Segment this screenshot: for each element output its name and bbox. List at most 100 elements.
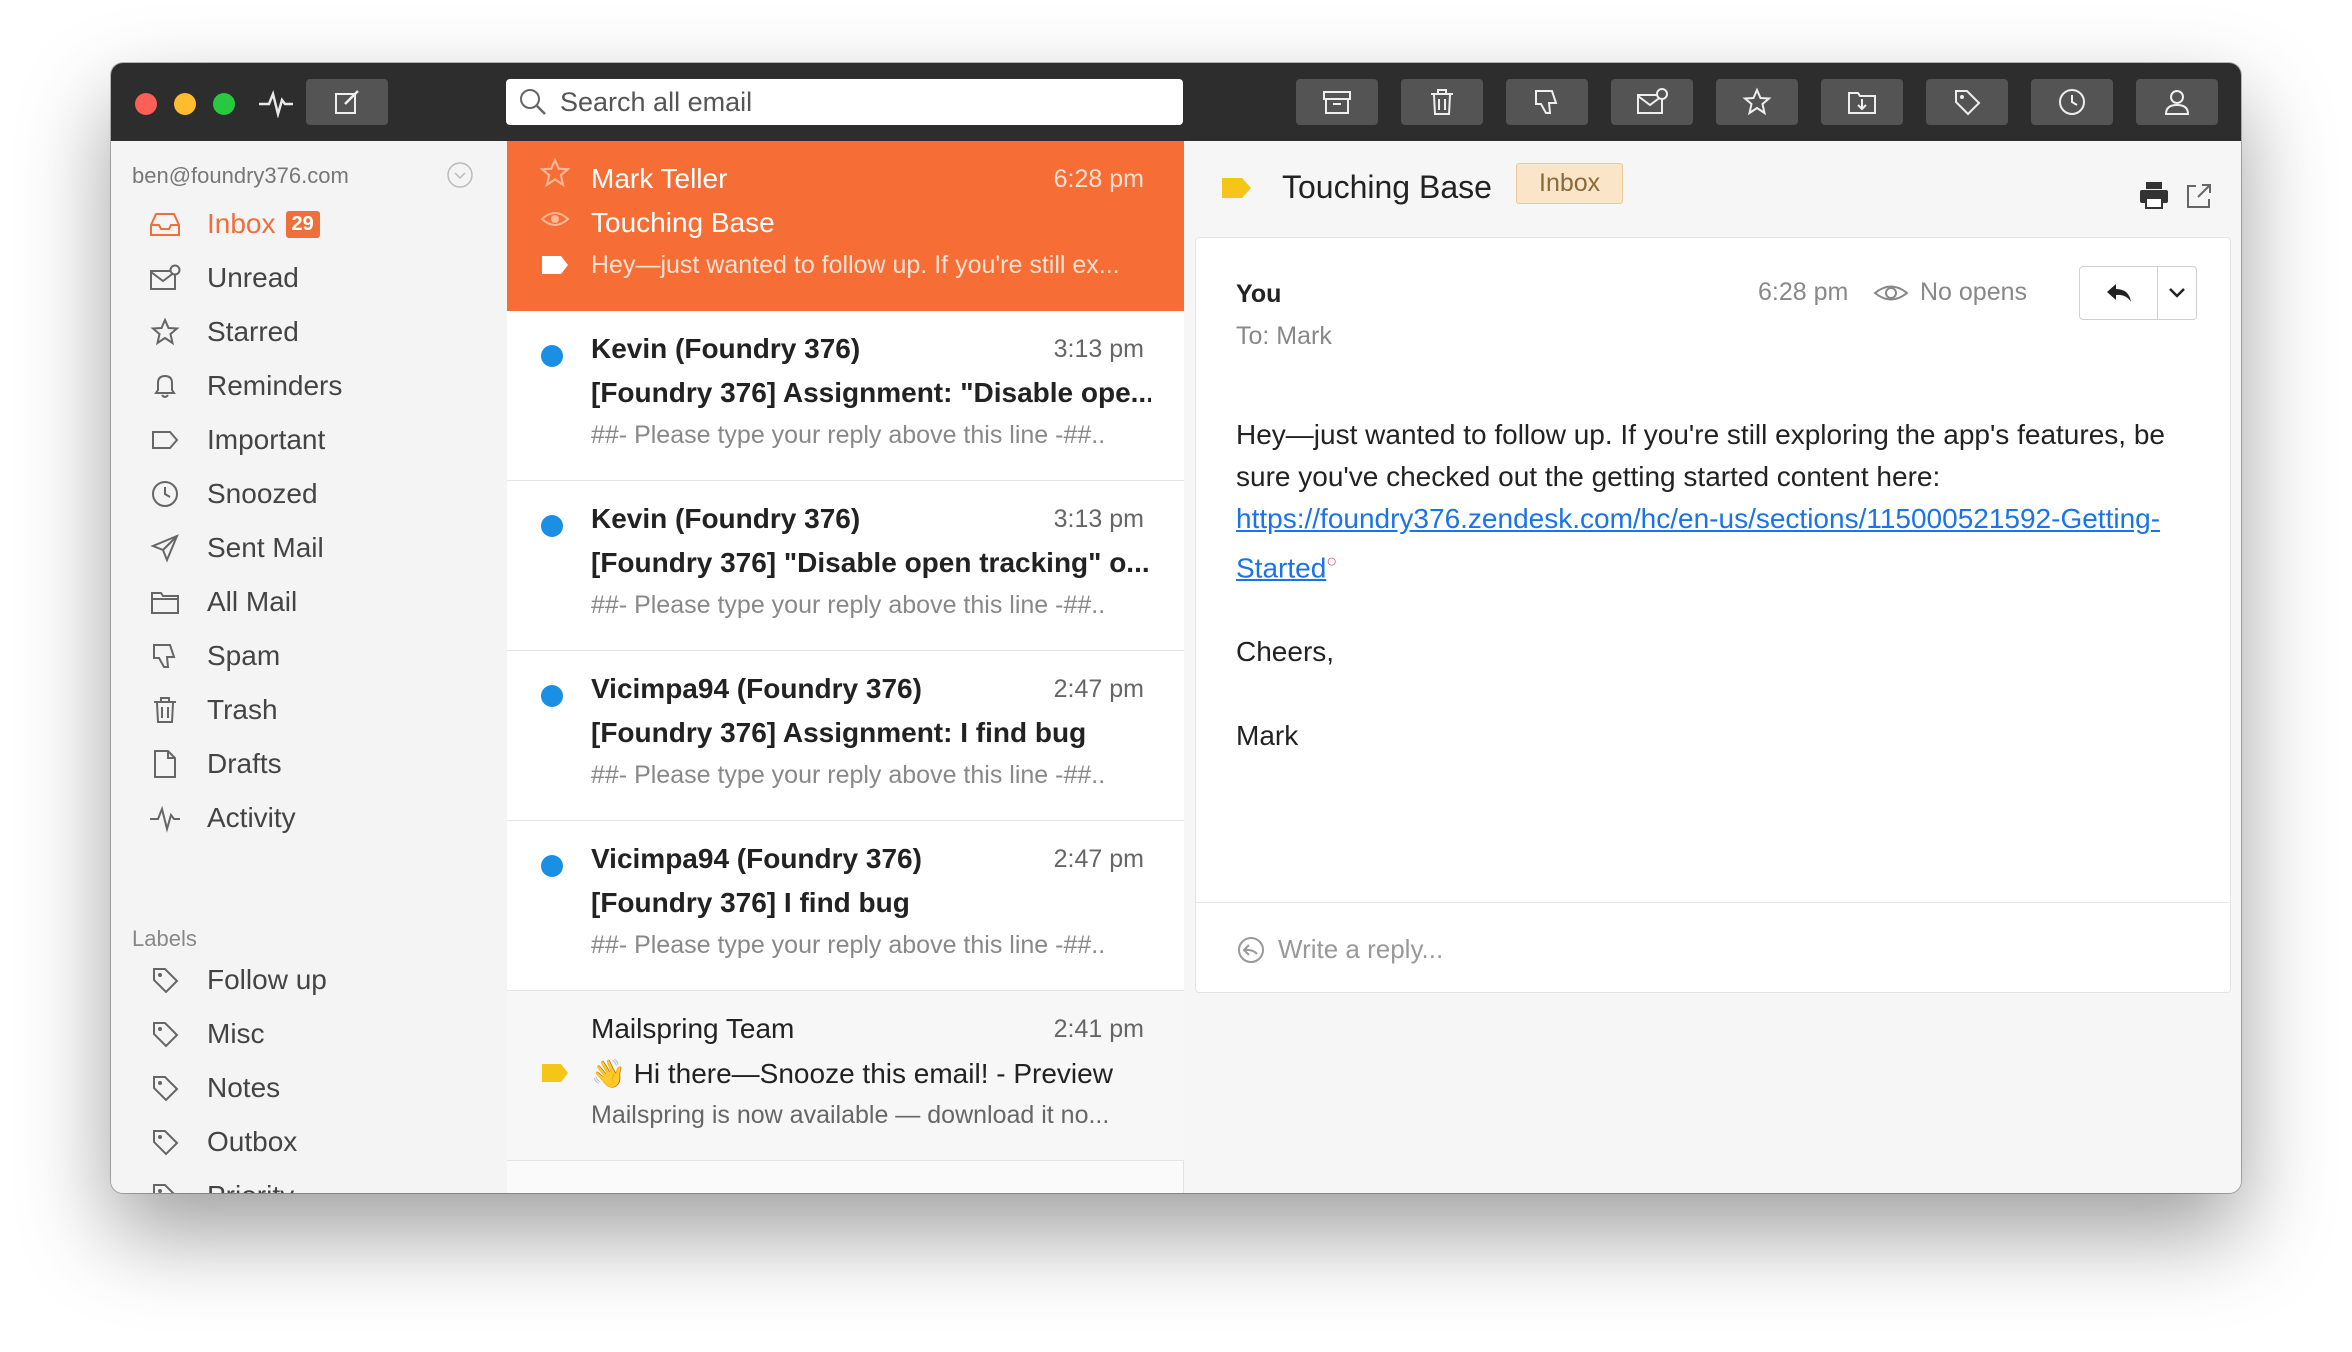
star-icon[interactable] [539,157,571,189]
message-row[interactable]: Kevin (Foundry 376) 3:13 pm [Foundry 376… [507,481,1184,651]
print-icon[interactable] [2137,179,2171,211]
sidebar-item-snoozed[interactable]: Snoozed [147,471,318,517]
message-row[interactable]: Vicimpa94 (Foundry 376) 2:47 pm [Foundry… [507,651,1184,821]
folder-chip[interactable]: Inbox [1516,163,1624,204]
sidebar-item-sent[interactable]: Sent Mail [147,525,324,571]
activity-icon[interactable] [256,83,296,123]
message-sender: Kevin (Foundry 376) [591,333,861,364]
message-time: 2:47 pm [1053,845,1144,873]
bell-icon [147,368,183,404]
label-button[interactable] [1926,79,2008,125]
star-button[interactable] [1716,79,1798,125]
divider [1196,902,2230,903]
reply-composer[interactable]: Write a reply... [1236,934,1443,965]
sidebar-item-spam[interactable]: Spam [147,633,280,679]
message-preview: ##- Please type your reply above this li… [591,591,1106,619]
thumbs-down-icon [147,638,183,674]
inbox-icon [147,206,183,242]
search-icon [520,89,546,115]
message-time: 3:13 pm [1053,335,1144,363]
move-to-folder-button[interactable] [1821,79,1903,125]
reply-button[interactable] [2080,267,2158,319]
sidebar-item-drafts[interactable]: Drafts [147,741,282,787]
message-sender: Vicimpa94 (Foundry 376) [591,673,922,704]
sidebar-item-label: Starred [207,316,299,347]
star-icon [147,314,183,350]
toolbar [111,63,2241,141]
sidebar-label-priority[interactable]: Priority [147,1173,294,1193]
popout-icon[interactable] [2184,181,2214,211]
unread-count-badge: 29 [285,210,320,238]
label-tag-icon [1222,178,1251,198]
sidebar-item-label: Inbox [207,208,276,239]
contact-button[interactable] [2136,79,2218,125]
sidebar-item-inbox[interactable]: Inbox 29 [147,201,320,247]
sidebar-label-follow-up[interactable]: Follow up [147,957,327,1003]
message-sender: Vicimpa94 (Foundry 376) [591,843,922,874]
message-card: You To: Mark 6:28 pm No opens Hey—just w… [1195,237,2231,993]
sidebar-label-misc[interactable]: Misc [147,1011,265,1057]
message-sender: Kevin (Foundry 376) [591,503,861,534]
sidebar-item-reminders[interactable]: Reminders [147,363,342,409]
label-tag-icon [542,1064,568,1082]
thread-subject: Touching Base [1282,169,1492,205]
search-bar[interactable] [506,79,1183,125]
reply-button-group [2079,266,2197,320]
sidebar-item-label: Follow up [207,964,327,995]
message-row-selected[interactable]: Mark Teller 6:28 pm Touching Base Hey—ju… [507,141,1184,311]
thumbs-down-icon [1535,90,1558,114]
sidebar-item-activity[interactable]: Activity [147,795,296,841]
message-row[interactable]: Mailspring Team 2:41 pm 👋 Hi there—Snooz… [507,991,1184,1161]
sidebar-label-notes[interactable]: Notes [147,1065,280,1111]
spam-button[interactable] [1506,79,1588,125]
message-sender: Mailspring Team [591,1013,795,1044]
message-subject: [Foundry 376] I find bug [591,887,910,918]
message-preview: ##- Please type your reply above this li… [591,931,1106,959]
minimize-window-button[interactable] [174,93,196,115]
account-toggle-icon[interactable] [446,161,474,189]
sidebar-label-outbox[interactable]: Outbox [147,1119,297,1165]
unread-dot-icon [541,515,563,537]
reply-options-dropdown[interactable] [2158,267,2196,319]
message-subject: 👋 Hi there—Snooze this email! - Preview [591,1058,1113,1089]
chevron-down-icon [2169,288,2185,298]
message-subject: Touching Base [591,207,775,238]
sidebar-item-starred[interactable]: Starred [147,309,299,355]
sidebar-item-label: All Mail [207,586,298,617]
reply-placeholder: Write a reply... [1278,934,1444,964]
message-subject: [Foundry 376] "Disable open tracking" o.… [591,547,1150,578]
search-input[interactable] [560,86,1160,118]
unread-dot-icon [541,345,563,367]
sidebar-item-all-mail[interactable]: All Mail [147,579,297,625]
close-window-button[interactable] [135,93,157,115]
message-subject: [Foundry 376] Assignment: I find bug [591,717,1087,748]
zoom-window-button[interactable] [213,93,235,115]
tag-icon [147,1016,183,1052]
compose-button[interactable] [306,79,388,125]
sidebar-item-label: Misc [207,1018,265,1049]
message-sender: Mark Teller [591,163,728,194]
send-icon [147,530,183,566]
sidebar-item-label: Notes [207,1072,281,1103]
message-recipients[interactable]: To: Mark [1236,322,1332,351]
mark-unread-button[interactable] [1611,79,1693,125]
labels-heading: Labels [132,926,197,951]
message-time: 6:28 pm [1053,165,1144,193]
account-email: ben@foundry376.com [132,163,349,188]
sidebar-item-label: Important [207,424,326,455]
archive-button[interactable] [1296,79,1378,125]
sidebar-item-important[interactable]: Important [147,417,325,463]
body-text: Hey—just wanted to follow up. If you're … [1236,419,2165,492]
message-body: Hey—just wanted to follow up. If you're … [1236,414,2196,799]
getting-started-link[interactable]: https://foundry376.zendesk.com/hc/en-us/… [1236,503,2160,583]
sidebar-item-unread[interactable]: Unread [147,255,299,301]
message-row[interactable]: Kevin (Foundry 376) 3:13 pm [Foundry 376… [507,311,1184,481]
trash-button[interactable] [1401,79,1483,125]
sidebar-item-label: Spam [207,640,281,671]
message-row[interactable]: Vicimpa94 (Foundry 376) 2:47 pm [Foundry… [507,821,1184,991]
snooze-button[interactable] [2031,79,2113,125]
tag-icon [147,962,183,998]
message-timestamp: 6:28 pm [1758,278,1849,306]
activity-icon [147,800,183,836]
sidebar-item-trash[interactable]: Trash [147,687,278,733]
